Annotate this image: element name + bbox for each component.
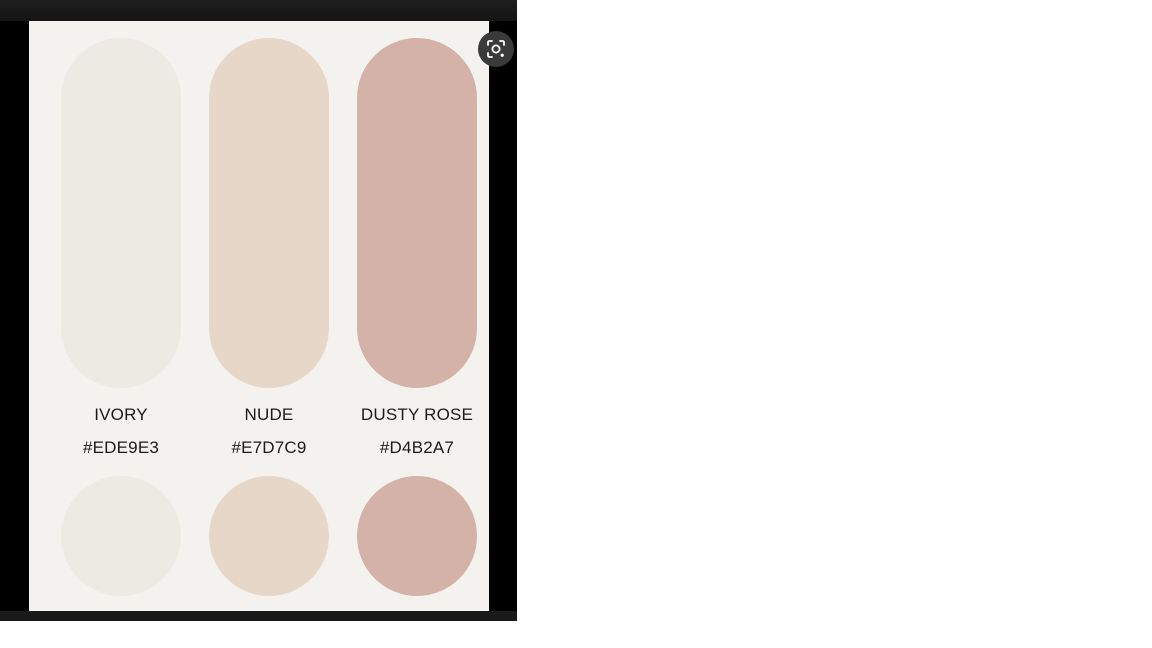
swatch-pill-ivory [61,38,181,388]
swatch-name-dusty-rose: DUSTY ROSE [360,405,474,424]
color-palette-image[interactable]: IVORY NUDE DUSTY ROSE #EDE9E3 #E7D7C9 #D… [29,21,489,611]
swatch-hex-ivory: #EDE9E3 [82,438,160,457]
swatch-circle-ivory [61,476,181,596]
swatch-pill-nude [209,38,329,388]
swatch-circle-dusty-rose [357,476,477,596]
visual-search-button[interactable] [478,31,514,67]
swatch-name-ivory: IVORY [94,405,148,424]
swatch-circle-nude [209,476,329,596]
swatch-hex-nude: #E7D7C9 [231,438,307,457]
viewer-bottom-bar [0,611,517,621]
viewer-top-bar [0,0,517,21]
image-viewer: IVORY NUDE DUSTY ROSE #EDE9E3 #E7D7C9 #D… [0,0,517,621]
visual-search-icon [487,40,505,58]
swatch-pill-dusty-rose [357,38,477,388]
swatch-hex-dusty-rose: #D4B2A7 [379,438,455,457]
swatch-name-nude: NUDE [244,405,294,424]
